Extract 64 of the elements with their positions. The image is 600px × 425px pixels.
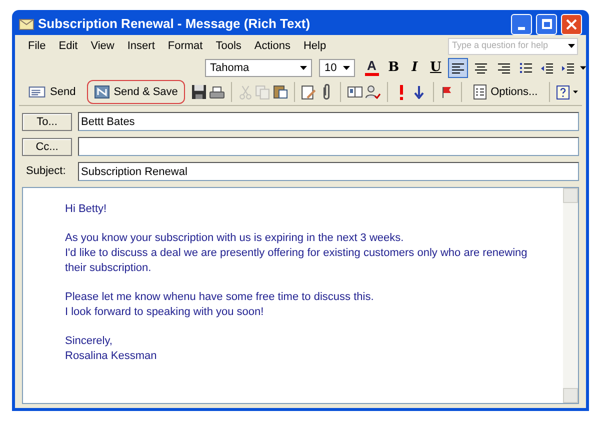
menu-item[interactable]: Help [298,38,332,54]
bullet-list-icon [518,62,533,74]
address-button[interactable]: Cc... [22,138,72,156]
message-body[interactable] [22,187,579,404]
decrease-indent-icon [540,62,554,74]
scrollbar[interactable] [563,188,578,403]
menu-item[interactable]: View [86,38,120,54]
align-right-icon [496,62,511,74]
align-center-icon [474,62,488,74]
font-dropdown[interactable]: Tahoma [205,59,312,77]
font-color-button[interactable]: A [362,58,382,78]
body-text: Rosalina Kessman [65,349,158,364]
body-text: I'd like to discuss a deal we are presently offering for existing customers only who are renewing their subscription. [65,246,528,276]
field-label: Subject: [25,164,67,180]
document-icon [94,85,110,99]
envelope-icon [28,86,46,98]
menu-item[interactable]: Actions [249,38,296,54]
format-button[interactable]: I [406,58,424,78]
printer-icon[interactable] [208,86,225,98]
address-field[interactable]: Subscription Renewal [78,162,579,181]
paperclip-icon[interactable] [322,84,330,100]
address-button[interactable]: To... [22,112,72,130]
help-icon[interactable] [556,84,570,100]
body-text: Sincerely, [65,334,114,349]
down-arrow-icon[interactable] [414,85,424,99]
menu-item[interactable]: Edit [54,38,83,54]
caret-icon [342,66,350,70]
increase-indent-icon [560,62,575,74]
close-button[interactable] [561,14,582,34]
window-title: Subscription Renewal - Message (Rich Text) [38,15,312,34]
close-icon [566,18,577,30]
document-pencil-icon[interactable] [301,84,316,100]
address-book-icon[interactable] [346,86,363,98]
align-left-icon [450,62,465,74]
body-text: As you know your subscription with us is expiring in the next 3 weeks. [65,231,405,246]
format-button[interactable]: U [426,58,445,78]
caret-icon [580,66,586,70]
clipboard-icon[interactable] [272,85,288,99]
caret-icon [300,66,308,70]
exclamation-icon[interactable] [400,84,403,100]
minimize-button[interactable] [511,14,532,34]
body-text: Hi Betty! [65,202,108,217]
toolbar-button[interactable]: Send & Save [86,80,185,104]
flag-icon[interactable] [442,86,452,98]
maximize-button[interactable] [536,14,557,34]
body-text: I look forward to speaking with you soon! [65,305,265,320]
body-text: Please let me know whenu have some free time to discuss this. [65,290,375,305]
caret-icon [568,44,575,48]
font-size-dropdown[interactable]: 10 [319,59,355,77]
menu-item[interactable]: Insert [122,38,160,54]
person-check-icon[interactable] [364,85,381,99]
menu-item[interactable]: Tools [210,38,246,54]
help-search-field[interactable]: Type a question for help [448,38,578,54]
toolbar-button[interactable]: Options... [468,80,543,104]
options-icon [472,84,487,100]
format-button[interactable]: B [384,58,403,78]
address-field[interactable]: Bettt Bates [78,112,579,131]
address-field[interactable] [78,137,579,156]
toolbar-button[interactable]: Send [23,80,81,104]
envelope-icon [19,18,34,30]
menu-item[interactable]: Format [162,38,208,54]
menu-item[interactable]: File [23,38,51,54]
caret-icon [573,90,578,94]
align-button[interactable] [448,58,468,78]
